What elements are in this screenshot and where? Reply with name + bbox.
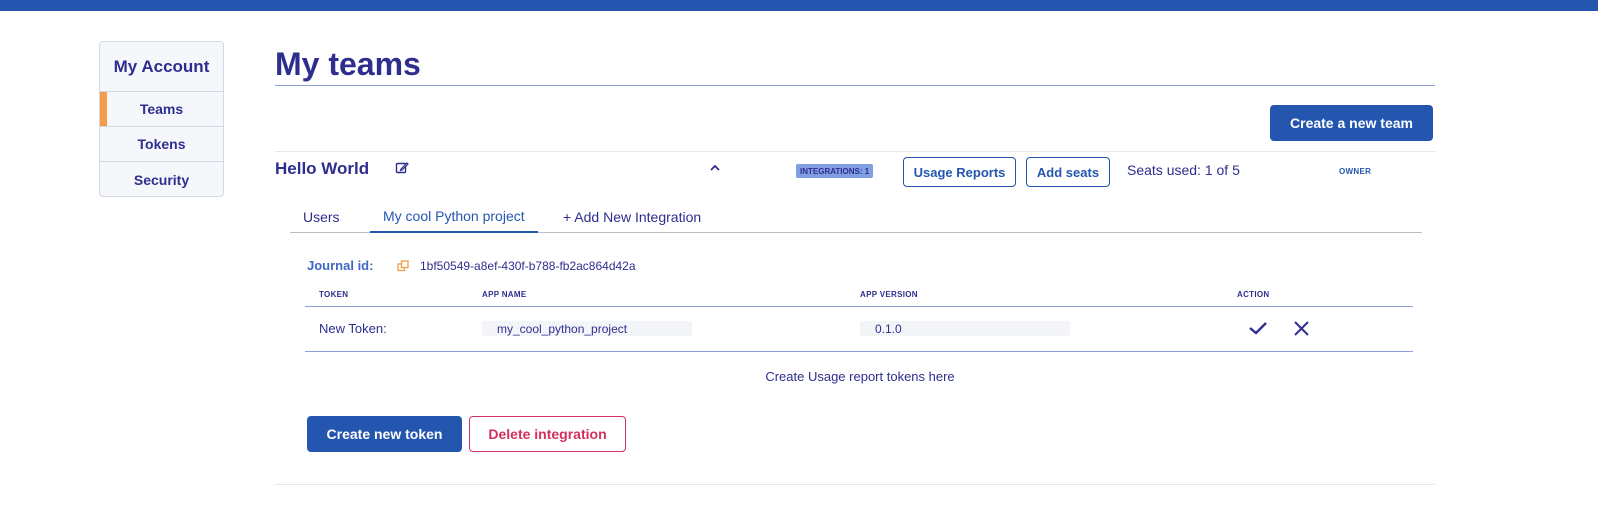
add-seats-button[interactable]: Add seats <box>1026 157 1110 187</box>
app-name-input[interactable] <box>482 321 692 336</box>
integrations-badge: INTEGRATIONS: 1 <box>796 164 874 178</box>
page-title: My teams <box>275 46 421 82</box>
sidebar-item-teams[interactable]: Teams <box>100 92 223 127</box>
top-brand-bar <box>0 0 1598 11</box>
copy-icon[interactable] <box>397 260 409 272</box>
usage-token-hint: Create Usage report tokens here <box>765 369 955 384</box>
new-token-label: New Token: <box>319 321 387 336</box>
app-version-input[interactable] <box>860 321 1070 336</box>
table-header-divider <box>305 306 1413 307</box>
title-divider <box>275 85 1435 86</box>
sidebar-item-label: Tokens <box>137 136 186 152</box>
check-icon[interactable] <box>1248 320 1268 336</box>
chevron-up-icon[interactable] <box>708 162 722 174</box>
edit-icon[interactable] <box>395 161 409 175</box>
role-badge: OWNER <box>1339 167 1372 176</box>
tab-add-new-integration[interactable]: + Add New Integration <box>550 201 714 233</box>
team-tabs: Users My cool Python project + Add New I… <box>290 201 1422 233</box>
tab-users[interactable]: Users <box>290 201 353 233</box>
column-header-action: ACTION <box>1237 290 1270 299</box>
team-divider <box>275 151 1435 152</box>
column-header-token: TOKEN <box>319 290 349 299</box>
journal-id-label: Journal id: <box>307 258 374 273</box>
column-header-app-name: APP NAME <box>482 290 527 299</box>
tab-my-cool-python-project[interactable]: My cool Python project <box>370 201 538 233</box>
account-sidebar: My Account Teams Tokens Security <box>99 41 224 197</box>
journal-id-value: 1bf50549-a8ef-430f-b788-fb2ac864d42a <box>420 259 636 273</box>
sidebar-item-tokens[interactable]: Tokens <box>100 127 223 162</box>
sidebar-item-label: Security <box>133 171 190 188</box>
create-token-button[interactable]: Create new token <box>307 416 462 452</box>
column-header-app-version: APP VERSION <box>860 290 918 299</box>
create-team-button[interactable]: Create a new team <box>1270 105 1433 141</box>
sidebar-item-security[interactable]: Security <box>100 162 223 196</box>
usage-reports-button[interactable]: Usage Reports <box>903 157 1016 187</box>
sidebar-title: My Account <box>100 42 223 92</box>
delete-integration-button[interactable]: Delete integration <box>469 416 626 452</box>
close-icon[interactable] <box>1293 320 1310 337</box>
section-bottom-divider <box>275 484 1435 485</box>
table-row-divider <box>305 351 1413 352</box>
team-name: Hello World <box>275 159 370 178</box>
seats-used-text: Seats used: 1 of 5 <box>1127 162 1240 178</box>
sidebar-item-label: Teams <box>139 101 184 117</box>
